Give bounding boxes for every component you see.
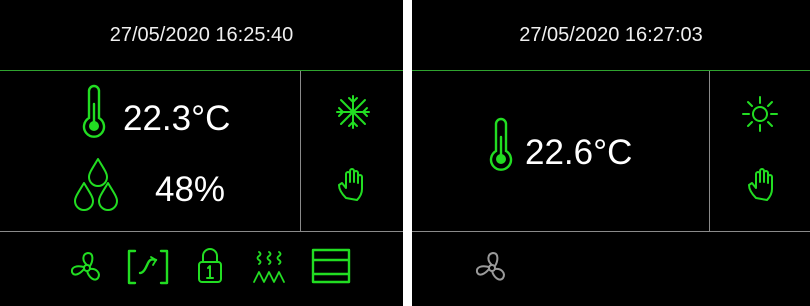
datetime-header: 27/05/2020 16:25:40 [0,0,403,71]
fan-icon[interactable] [70,251,104,283]
horizontal-divider [412,231,810,232]
vertical-divider [709,71,710,231]
thermometer-icon[interactable] [80,84,108,140]
thermostat-screen-left: 27/05/2020 16:25:40 22.3°C 48% [0,0,403,306]
humidity-reading: 48% [155,170,226,209]
timestamp: 27/05/2020 16:25:40 [109,23,294,46]
fan-speed-bracket-icon[interactable] [127,249,169,285]
temperature-reading: 22.6°C [525,133,633,172]
hand-icon[interactable] [337,167,367,201]
hand-icon[interactable] [747,167,777,201]
thermostat-screen-right: 27/05/2020 16:27:03 22.6°C [412,0,810,306]
fan-icon[interactable] [475,251,509,283]
thermometer-icon[interactable] [487,117,515,173]
temperature-reading: 22.3°C [123,99,231,138]
datetime-header: 27/05/2020 16:27:03 [412,0,810,71]
heater-icon[interactable] [252,250,286,284]
vertical-divider [300,71,301,231]
window-icon[interactable] [311,248,351,284]
snowflake-icon[interactable] [335,94,371,130]
lock-icon[interactable] [197,248,223,284]
sun-icon[interactable] [742,96,778,132]
horizontal-divider [0,231,403,232]
timestamp: 27/05/2020 16:27:03 [519,23,703,46]
humidity-drops-icon [72,157,124,215]
